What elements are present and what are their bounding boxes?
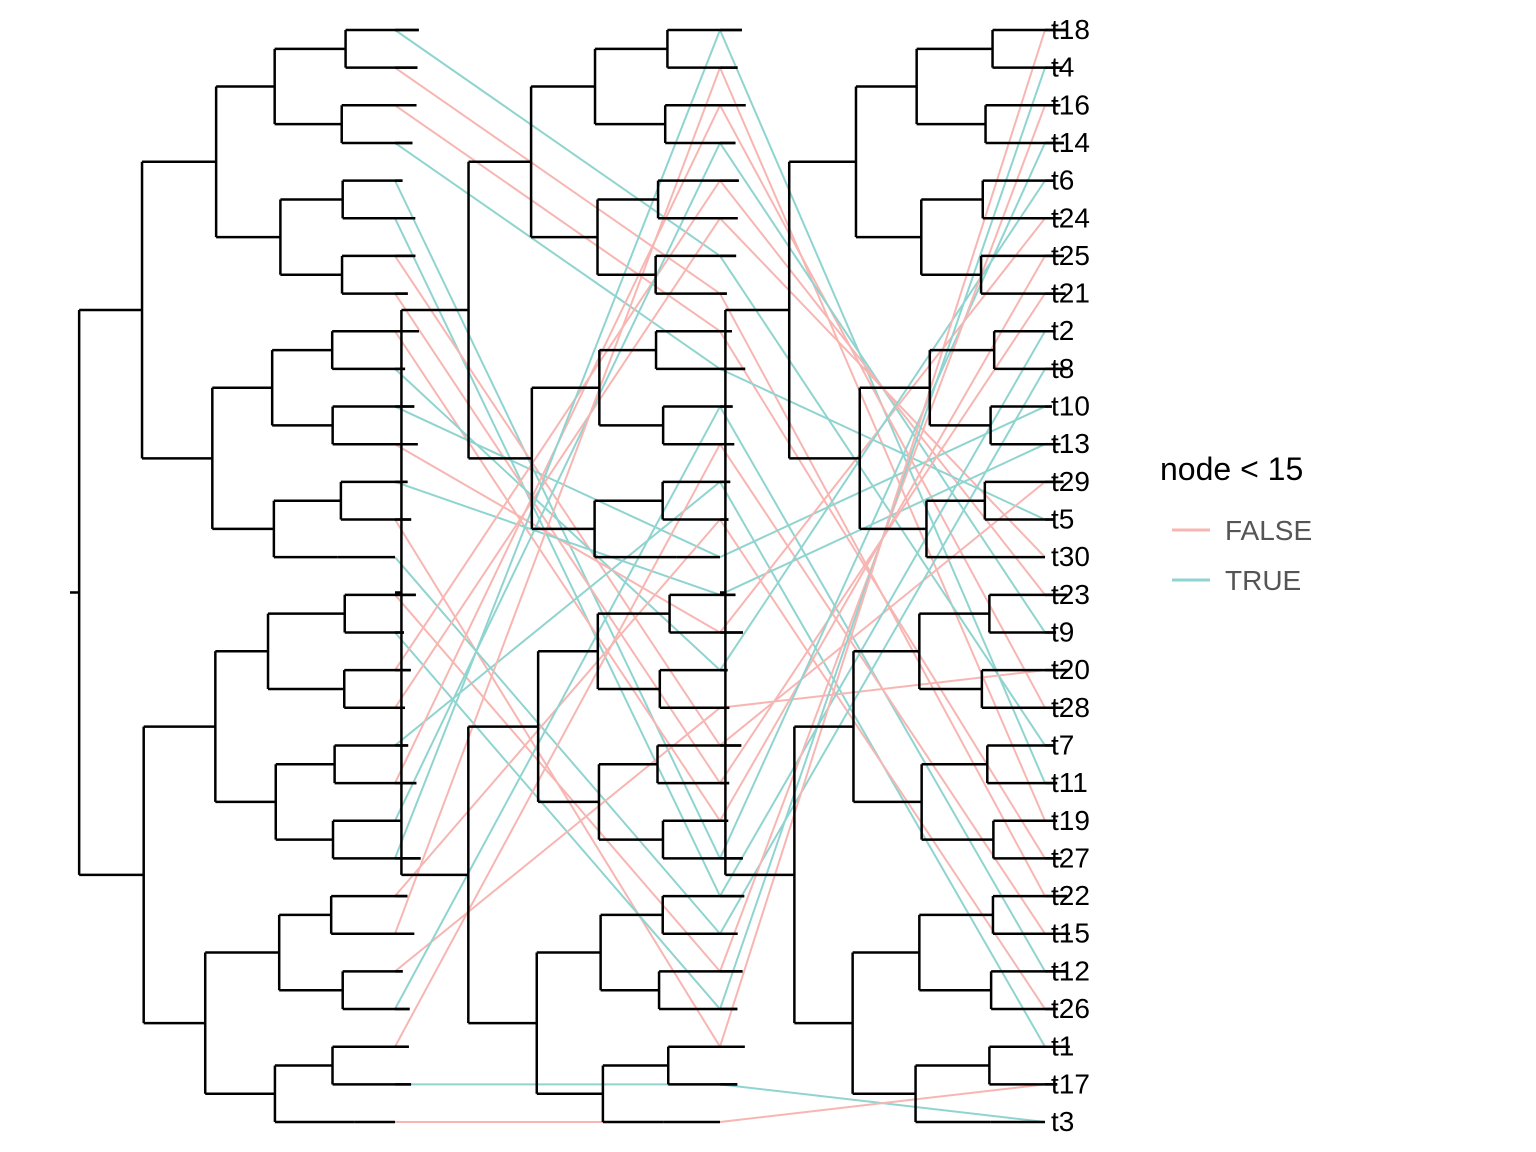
svg-text:t24: t24: [1051, 202, 1090, 233]
svg-text:t29: t29: [1051, 466, 1090, 497]
legend-title: node < 15: [1160, 451, 1303, 487]
dendrogram-3: [720, 30, 1070, 1122]
svg-text:t5: t5: [1051, 504, 1074, 535]
svg-text:t18: t18: [1051, 14, 1090, 45]
svg-text:t9: t9: [1051, 616, 1074, 647]
svg-text:t6: t6: [1051, 165, 1074, 196]
svg-text:t2: t2: [1051, 315, 1074, 346]
svg-text:t20: t20: [1051, 654, 1090, 685]
svg-text:t22: t22: [1051, 880, 1090, 911]
svg-text:t7: t7: [1051, 729, 1074, 760]
link-group-tree2-tree3: [720, 30, 1045, 1122]
svg-text:t27: t27: [1051, 842, 1090, 873]
svg-text:t12: t12: [1051, 955, 1090, 986]
svg-text:t3: t3: [1051, 1106, 1074, 1137]
svg-text:t16: t16: [1051, 89, 1090, 120]
legend-label-false: FALSE: [1225, 515, 1312, 546]
svg-text:t30: t30: [1051, 541, 1090, 572]
svg-text:t21: t21: [1051, 278, 1090, 309]
dendrogram-1: [70, 30, 421, 1122]
svg-text:t10: t10: [1051, 391, 1090, 422]
svg-text:t8: t8: [1051, 353, 1074, 384]
legend-label-true: TRUE: [1225, 565, 1301, 596]
svg-text:t14: t14: [1051, 127, 1090, 158]
svg-text:t19: t19: [1051, 805, 1090, 836]
svg-text:t15: t15: [1051, 918, 1090, 949]
tip-label-group: t18 t4 t16 t14 t6 t24 t25 t21 t2 t8 t10 t13 t29 t5 t30…: [1051, 14, 1090, 1137]
svg-text:t23: t23: [1051, 579, 1090, 610]
legend: node < 15 FALSE TRUE: [1160, 451, 1312, 596]
svg-text:t1: t1: [1051, 1031, 1074, 1062]
svg-text:t11: t11: [1051, 767, 1088, 798]
svg-text:t28: t28: [1051, 692, 1090, 723]
link-group-tree1-tree2: [395, 30, 720, 1122]
svg-text:t13: t13: [1051, 428, 1090, 459]
svg-text:t4: t4: [1051, 52, 1074, 83]
svg-text:t17: t17: [1051, 1068, 1090, 1099]
svg-text:t25: t25: [1051, 240, 1090, 271]
svg-text:t26: t26: [1051, 993, 1090, 1024]
dendrogram-2: [395, 30, 746, 1122]
